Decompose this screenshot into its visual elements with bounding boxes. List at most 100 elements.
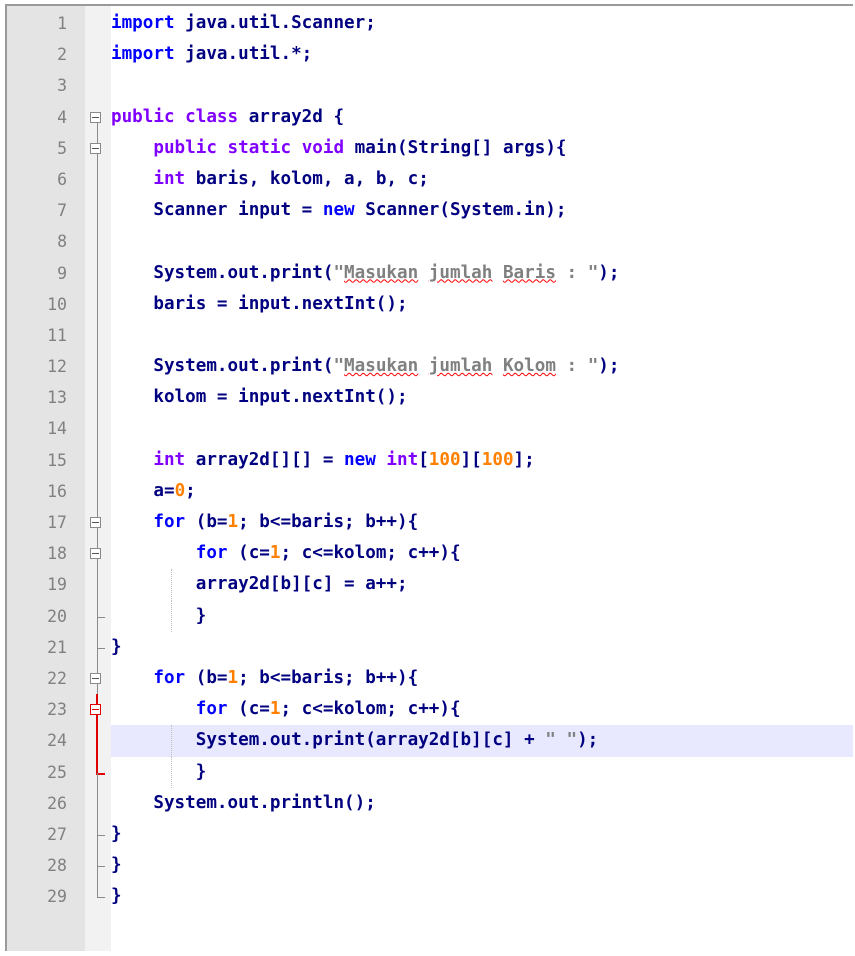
code-line[interactable]: 17 for (b=1; b<=baris; b++){	[7, 507, 853, 538]
code-line[interactable]: 1 import java.util.Scanner;	[7, 8, 853, 39]
code-text[interactable]: a=0;	[111, 476, 853, 507]
code-line[interactable]: 24 System.out.print(array2d[b][c] + " ")…	[7, 725, 853, 757]
code-line[interactable]: 4 public class array2d {	[7, 102, 853, 133]
fold-toggle-icon[interactable]	[90, 517, 101, 528]
code-line[interactable]: 21}	[7, 631, 853, 664]
code-text[interactable]	[111, 70, 853, 101]
code-text[interactable]	[111, 226, 853, 257]
code-text[interactable]	[111, 413, 853, 444]
code-text[interactable]: array2d[b][c] = a++;	[111, 569, 853, 600]
fold-marker	[85, 257, 111, 289]
code-line[interactable]: 29}	[7, 881, 853, 912]
fold-marker	[85, 475, 111, 507]
code-text[interactable]	[111, 320, 853, 351]
code-line[interactable]: 23 for (c=1; c<=kolom; c++){	[7, 694, 853, 726]
fold-marker	[85, 850, 111, 883]
fold-marker	[85, 195, 111, 227]
fold-marker	[85, 600, 111, 633]
code-line[interactable]: 7 Scanner input = new Scanner(System.in)…	[7, 195, 853, 227]
fold-marker	[85, 351, 111, 383]
code-line[interactable]: 25 }	[7, 756, 853, 789]
fold-marker	[85, 725, 111, 757]
code-line[interactable]: 8	[7, 226, 853, 258]
line-number: 2	[57, 45, 67, 65]
code-text[interactable]: public static void main(String[] args){	[111, 133, 853, 164]
code-line[interactable]: 13 kolom = input.nextInt();	[7, 382, 853, 414]
indent-guide	[171, 725, 172, 757]
code-line[interactable]: 12 System.out.print("Masukan jumlah Kolo…	[7, 351, 853, 383]
code-text[interactable]: System.out.println();	[111, 788, 853, 819]
code-text[interactable]: }	[111, 601, 853, 632]
code-text[interactable]: int array2d[][] = new int[100][100];	[111, 445, 853, 476]
code-text[interactable]: }	[111, 850, 853, 881]
line-number: 25	[47, 762, 67, 782]
line-number: 21	[47, 637, 67, 657]
line-number: 23	[47, 700, 67, 720]
code-line[interactable]: 3	[7, 70, 853, 101]
code-text[interactable]: public class array2d {	[111, 102, 853, 133]
line-number: 7	[57, 201, 67, 221]
code-text[interactable]: }	[111, 881, 853, 912]
code-text[interactable]: import java.util.*;	[111, 39, 853, 70]
code-line[interactable]: 19 array2d[b][c] = a++;	[7, 569, 853, 601]
fold-marker	[85, 631, 111, 664]
code-text[interactable]: for (c=1; c<=kolom; c++){	[111, 694, 853, 725]
fold-marker	[85, 694, 111, 726]
code-line[interactable]: 11	[7, 319, 853, 352]
code-line[interactable]: 26 System.out.println();	[7, 787, 853, 819]
fold-marker	[85, 70, 111, 101]
code-editor[interactable]: 1 import java.util.Scanner; 2 import java.u…	[5, 4, 853, 951]
fold-toggle-icon[interactable]	[90, 672, 101, 684]
line-number: 10	[47, 294, 67, 314]
fold-marker	[85, 756, 111, 789]
code-line[interactable]: 14	[7, 413, 853, 445]
fold-marker	[85, 662, 111, 694]
fold-marker	[85, 881, 111, 912]
code-line[interactable]: 27}	[7, 818, 853, 851]
code-text[interactable]: kolom = input.nextInt();	[111, 382, 853, 413]
code-text[interactable]: System.out.print("Masukan jumlah Kolom :…	[111, 351, 853, 382]
fold-marker	[85, 39, 111, 70]
code-line[interactable]: 2 import java.util.*;	[7, 39, 853, 70]
code-line[interactable]: 28}	[7, 850, 853, 883]
line-number: 5	[57, 138, 67, 158]
code-text[interactable]: }	[111, 819, 853, 850]
line-number: 20	[47, 606, 67, 626]
fold-marker	[85, 319, 111, 352]
line-number: 24	[47, 731, 67, 751]
code-line[interactable]: 9 System.out.print("Masukan jumlah Baris…	[7, 257, 853, 289]
line-number: 26	[47, 793, 67, 813]
fold-marker	[85, 787, 111, 819]
line-number: 8	[57, 232, 67, 252]
fold-toggle-icon[interactable]	[90, 142, 101, 154]
code-text[interactable]: }	[111, 632, 853, 663]
code-text[interactable]: for (b=1; b<=baris; b++){	[111, 507, 853, 538]
code-text[interactable]: System.out.print("Masukan jumlah Baris :…	[111, 258, 853, 289]
code-line[interactable]: 22 for (b=1; b<=baris; b++){	[7, 662, 853, 694]
fold-marker	[85, 163, 111, 196]
line-number: 12	[47, 357, 67, 377]
code-line[interactable]: 16 a=0;	[7, 475, 853, 507]
code-text[interactable]: baris = input.nextInt();	[111, 289, 853, 320]
code-line[interactable]: 10 baris = input.nextInt();	[7, 288, 853, 320]
code-line[interactable]: 6 int baris, kolom, a, b, c;	[7, 163, 853, 196]
code-text[interactable]: Scanner input = new Scanner(System.in);	[111, 195, 853, 226]
fold-toggle-icon[interactable]	[90, 111, 101, 123]
line-number: 22	[47, 668, 67, 688]
code-text[interactable]: int baris, kolom, a, b, c;	[111, 164, 853, 195]
indent-guide	[171, 600, 172, 632]
code-text[interactable]: for (c=1; c<=kolom; c++){	[111, 538, 853, 569]
fold-toggle-icon[interactable]	[90, 704, 101, 716]
code-text[interactable]: for (b=1; b<=baris; b++){	[111, 663, 853, 694]
code-line[interactable]: 15 int array2d[][] = new int[100][100];	[7, 444, 853, 476]
code-line[interactable]: 20 }	[7, 600, 853, 633]
code-text[interactable]: System.out.print(array2d[b][c] + " ");	[111, 725, 853, 757]
fold-toggle-icon[interactable]	[90, 548, 101, 560]
code-text[interactable]: }	[111, 757, 853, 788]
code-line[interactable]: 5 public static void main(String[] args)…	[7, 132, 853, 164]
fold-marker	[85, 102, 111, 133]
fold-marker	[85, 818, 111, 851]
code-text[interactable]: import java.util.Scanner;	[111, 8, 853, 39]
line-number: 9	[57, 263, 67, 283]
code-line[interactable]: 18 for (c=1; c<=kolom; c++){	[7, 538, 853, 570]
